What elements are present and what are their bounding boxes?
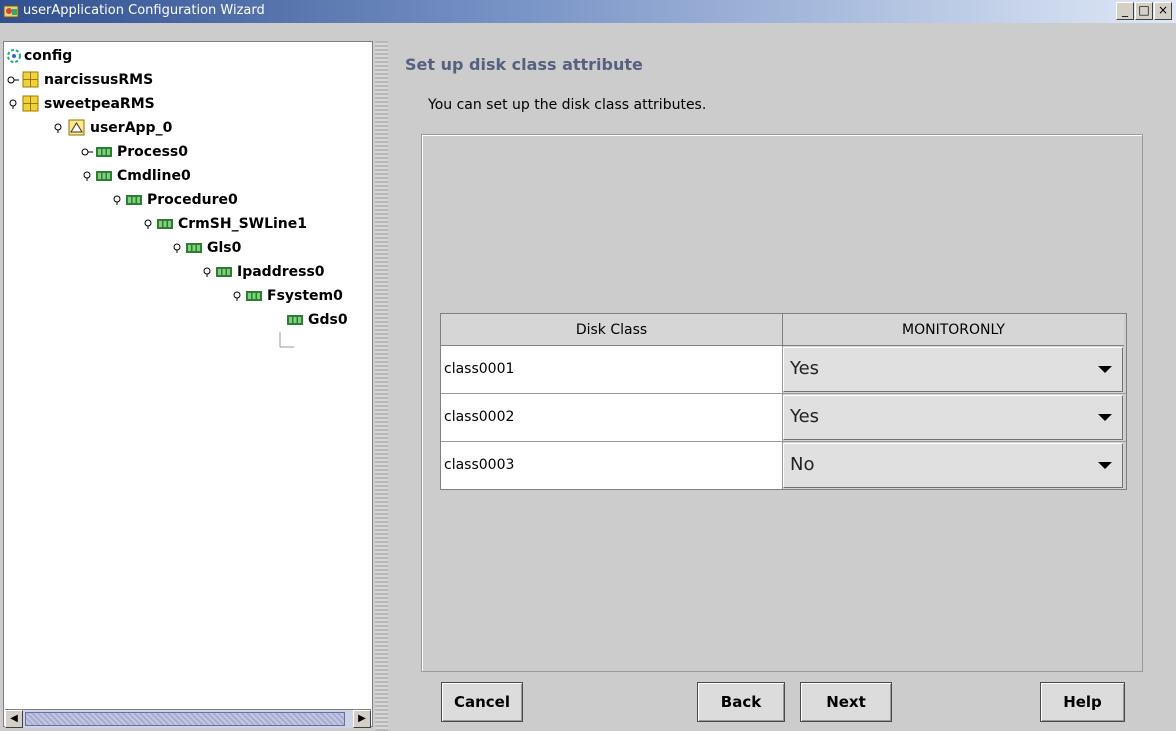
monitoronly-cell: Yes (783, 394, 1124, 441)
collapse-handle-icon[interactable] (52, 123, 64, 133)
collapse-handle-icon[interactable] (81, 171, 93, 181)
scroll-right-icon[interactable]: ▶ (353, 710, 371, 728)
monitoronly-dropdown[interactable]: Yes (783, 347, 1123, 392)
column-header-disk-class[interactable]: Disk Class (441, 314, 783, 346)
monitoronly-dropdown[interactable]: Yes (783, 395, 1123, 440)
scrollbar-thumb[interactable] (25, 712, 345, 726)
page-description: You can set up the disk class attributes… (428, 97, 707, 113)
disk-class-cell[interactable]: class0003 (441, 442, 783, 489)
collapse-handle-icon[interactable] (111, 195, 123, 205)
resource-icon (96, 171, 112, 181)
chevron-down-icon[interactable] (1098, 366, 1112, 373)
resource-icon (96, 147, 112, 157)
resource-icon (287, 315, 303, 325)
monitoronly-dropdown[interactable]: No (783, 443, 1123, 488)
resource-icon (216, 267, 232, 277)
resource-icon (186, 243, 202, 253)
expand-handle-icon[interactable] (81, 147, 93, 157)
wizard-window: userApplication Configuration Wizard _ □… (0, 0, 1176, 731)
expand-handle-icon[interactable] (7, 75, 19, 85)
column-header-monitoronly[interactable]: MONITORONLY (783, 314, 1124, 346)
table-row: class0002 Yes (441, 394, 1126, 442)
resource-tree[interactable]: config narcissusRMS sweetpeaRMS userApp_… (3, 41, 373, 727)
page-title: Set up disk class attribute (405, 55, 643, 74)
dropdown-value: Yes (790, 358, 820, 379)
minimize-button[interactable]: _ (1116, 2, 1134, 20)
panel-splitter[interactable] (375, 41, 388, 731)
app-icon (3, 5, 19, 18)
window-title: userApplication Configuration Wizard (23, 3, 265, 18)
back-button[interactable]: Back (697, 682, 785, 722)
close-button[interactable]: × (1154, 2, 1172, 20)
collapse-handle-icon[interactable] (171, 243, 183, 253)
table-row: class0003 No (441, 442, 1126, 489)
monitoronly-cell: No (783, 442, 1124, 489)
resource-icon (126, 195, 142, 205)
maximize-button[interactable]: □ (1135, 2, 1153, 20)
chevron-down-icon[interactable] (1098, 462, 1112, 469)
title-bar[interactable]: userApplication Configuration Wizard _ □… (0, 0, 1176, 23)
monitoronly-cell: Yes (783, 346, 1124, 393)
dropdown-value: No (790, 454, 815, 475)
dropdown-value: Yes (790, 406, 820, 427)
collapse-handle-icon[interactable] (7, 99, 19, 109)
resource-icon (246, 291, 262, 301)
resource-icon (157, 219, 173, 229)
collapse-handle-icon[interactable] (201, 267, 213, 277)
config-icon (7, 49, 21, 63)
disk-class-table: Disk Class MONITORONLY class0001 Yes cla… (440, 313, 1127, 490)
host-icon (22, 95, 39, 112)
table-row: class0001 Yes (441, 346, 1126, 394)
disk-class-cell[interactable]: class0001 (441, 346, 783, 393)
host-icon (22, 71, 39, 88)
userapp-icon (68, 119, 85, 136)
scroll-left-icon[interactable]: ◀ (5, 710, 23, 728)
disk-class-cell[interactable]: class0002 (441, 394, 783, 441)
help-button[interactable]: Help (1040, 682, 1125, 722)
table-header: Disk Class MONITORONLY (441, 314, 1126, 346)
tree-horizontal-scrollbar[interactable]: ◀ ▶ (5, 709, 371, 728)
collapse-handle-icon[interactable] (142, 219, 154, 229)
chevron-down-icon[interactable] (1098, 414, 1112, 421)
collapse-handle-icon[interactable] (231, 291, 243, 301)
cancel-button[interactable]: Cancel (441, 682, 523, 722)
tree-lines (279, 332, 294, 348)
next-button[interactable]: Next (800, 682, 892, 722)
